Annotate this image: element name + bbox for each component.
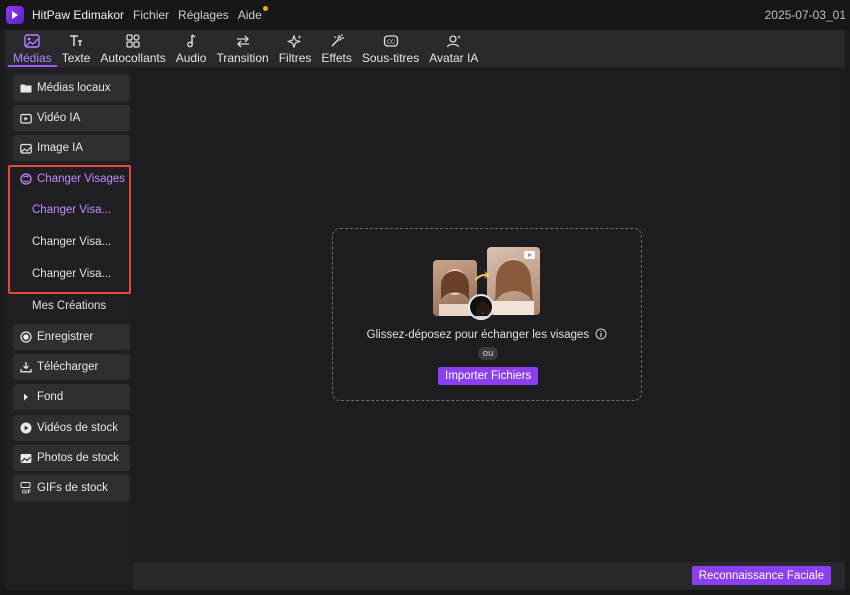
sidebar-item-fond[interactable]: Fond [13, 384, 130, 410]
avatar-icon [446, 33, 462, 49]
sidebar-item-label: Fond [37, 391, 64, 403]
subtitles-icon: CC [383, 33, 399, 49]
main-panel: Glissez-déposez pour échanger les visage… [133, 67, 845, 562]
footer-bar: Reconnaissance Faciale [133, 562, 845, 590]
info-icon[interactable] [595, 328, 607, 343]
tab-medias[interactable]: Médias [8, 30, 57, 67]
sidebar-item-image-ia[interactable]: Image IA [13, 135, 130, 161]
tab-label: Autocollants [100, 51, 166, 65]
tab-label: Audio [175, 51, 207, 65]
text-icon [68, 33, 84, 49]
sidebar-group-changer-visages[interactable]: Changer Visages [13, 166, 130, 192]
face-avatar-icon [468, 294, 494, 320]
menu-aide[interactable]: Aide [238, 6, 268, 22]
record-icon [17, 331, 35, 343]
transition-icon [235, 33, 251, 49]
menu-reglages[interactable]: Réglages [178, 8, 229, 22]
image-ai-icon [17, 143, 35, 154]
sidebar-item-photos-de-stock[interactable]: Photos de stock [13, 445, 130, 471]
tab-avatar-ia[interactable]: Avatar IA [424, 30, 483, 67]
title-bar: HitPaw Edimakor Fichier Réglages Aide 20… [0, 0, 850, 30]
sidebar-item-label: Vidéo IA [37, 112, 81, 124]
face-recognition-button[interactable]: Reconnaissance Faciale [691, 566, 831, 585]
tab-label: Avatar IA [429, 51, 479, 65]
sidebar-subitem-changer-visages-1[interactable]: Changer Visa... [32, 204, 111, 216]
sidebar-item-label: Vidéos de stock [37, 422, 118, 434]
caret-right-icon [17, 392, 35, 402]
menu-fichier[interactable]: Fichier [133, 8, 169, 22]
svg-text:GIF: GIF [21, 490, 31, 495]
tab-audio[interactable]: Audio [171, 30, 212, 67]
effects-icon [329, 33, 345, 49]
sidebar-subitem-changer-visages-3[interactable]: Changer Visa... [32, 268, 111, 280]
window-bottom-edge [0, 590, 850, 595]
tab-transition[interactable]: Transition [211, 30, 273, 67]
tab-label: Sous-titres [361, 51, 420, 65]
project-name: 2025-07-03_01 [764, 8, 846, 22]
import-files-button[interactable]: Importer Fichiers [438, 367, 539, 385]
tab-autocollants[interactable]: Autocollants [95, 30, 170, 67]
drop-zone-text-row: Glissez-déposez pour échanger les visage… [333, 328, 641, 343]
sidebar-item-label: Médias locaux [37, 82, 111, 94]
tab-filtres[interactable]: Filtres [274, 30, 317, 67]
or-label: ou [478, 347, 498, 360]
app-logo-icon [6, 6, 24, 24]
sidebar-item-telecharger[interactable]: Télécharger [13, 354, 130, 380]
sidebar-item-enregistrer[interactable]: Enregistrer [13, 324, 130, 350]
tab-label: Effets [321, 51, 352, 65]
main-toolbar: Médias Texte Autocollants Audio Transiti… [5, 30, 845, 67]
sidebar-item-label: GIFs de stock [37, 482, 108, 494]
gif-icon: GIF [17, 482, 35, 494]
sidebar-item-gifs-de-stock[interactable]: GIF GIFs de stock [13, 475, 130, 501]
tab-label: Filtres [278, 51, 312, 65]
tab-texte[interactable]: Texte [57, 30, 96, 67]
sidebar-item-label: Photos de stock [37, 452, 119, 464]
image-icon [24, 33, 41, 49]
folder-icon [17, 83, 35, 93]
face-swap-icon [17, 173, 35, 185]
sidebar-item-medias-locaux[interactable]: Médias locaux [13, 75, 130, 101]
svg-text:CC: CC [387, 40, 395, 46]
play-circle-icon [17, 422, 35, 434]
music-icon [183, 33, 199, 49]
sidebar-item-label: Enregistrer [37, 331, 94, 343]
drop-zone-text: Glissez-déposez pour échanger les visage… [366, 329, 590, 341]
tab-label: Médias [13, 51, 52, 65]
sidebar-subitem-changer-visages-2[interactable]: Changer Visa... [32, 236, 111, 248]
tab-effets[interactable]: Effets [316, 30, 356, 67]
swap-arrow-icon [473, 267, 491, 290]
sidebar: Médias locaux Vidéo IA Image IA Changer … [5, 67, 132, 590]
sidebar-item-label: Image IA [37, 142, 84, 154]
video-ai-icon [17, 113, 35, 124]
sidebar-item-video-ia[interactable]: Vidéo IA [13, 105, 130, 131]
sidebar-item-videos-de-stock[interactable]: Vidéos de stock [13, 415, 130, 441]
app-name: HitPaw Edimakor [32, 8, 125, 22]
target-face-image [487, 247, 540, 315]
photo-icon [17, 453, 35, 464]
download-icon [17, 361, 35, 373]
tab-sous-titres[interactable]: CC Sous-titres [357, 30, 424, 67]
sidebar-item-label: Télécharger [37, 361, 99, 373]
drop-zone[interactable]: Glissez-déposez pour échanger les visage… [332, 228, 642, 401]
tab-label: Texte [61, 51, 91, 65]
sparkle-icon [287, 33, 303, 49]
tab-label: Transition [216, 51, 269, 65]
sticker-icon [125, 33, 141, 49]
sidebar-item-mes-creations[interactable]: Mes Créations [32, 300, 106, 312]
sidebar-group-label: Changer Visages [37, 173, 126, 185]
